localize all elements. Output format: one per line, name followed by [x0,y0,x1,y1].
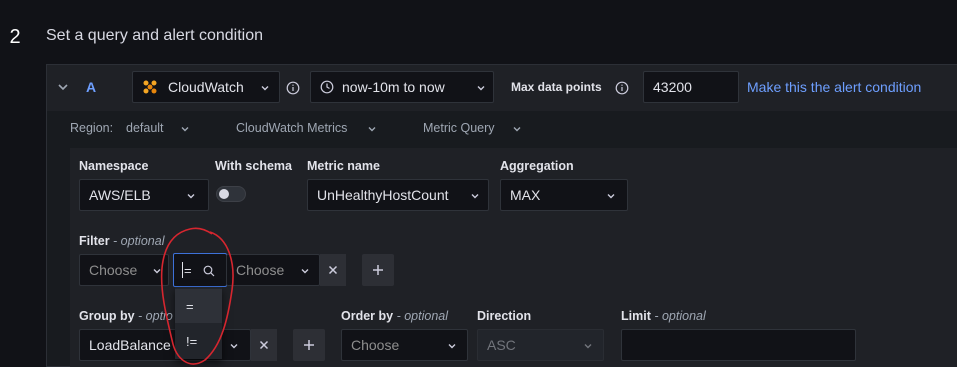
time-range-picker[interactable]: now-10m to now [310,71,494,103]
direction-value: ASC [487,337,516,353]
region-label: Region: [70,121,114,135]
order-by-label-text: Order by [341,309,394,323]
metric-name-value: UnHealthyHostCount [317,187,449,203]
order-by-select[interactable]: Choose [341,329,468,361]
operator-option-equals[interactable]: = [175,289,222,323]
group-by-select[interactable]: LoadBalance [79,329,251,361]
datasource-picker[interactable]: CloudWatch [132,71,280,103]
chevron-down-icon [187,194,195,199]
info-icon[interactable] [615,81,629,95]
step-title: Set a query and alert condition [46,27,264,44]
limit-label-text: Limit [621,309,651,323]
metric-name-label: Metric name [307,159,380,173]
datasource-name: CloudWatch [168,79,244,95]
chevron-down-icon [261,86,269,91]
chevron-down-icon [448,344,456,349]
plus-icon [373,265,383,275]
operator-option-not-equals[interactable]: != [175,324,222,358]
region-select[interactable]: default [126,121,164,135]
order-by-optional-text: - optional [396,309,449,323]
namespace-select[interactable]: AWS/ELB [79,179,209,211]
add-filter-button[interactable] [362,254,394,286]
order-by-placeholder: Choose [351,337,400,353]
plus-icon [304,340,314,350]
chevron-down-icon [471,194,479,199]
filter-key-placeholder: Choose [89,262,138,278]
aggregation-value: MAX [510,187,541,203]
remove-filter-button[interactable] [320,254,346,286]
filter-value-select[interactable]: Choose [226,254,320,286]
add-group-by-button[interactable] [293,329,325,361]
chevron-down-icon [181,127,189,132]
collapse-chevron-icon[interactable] [56,80,70,94]
limit-optional-text: - optional [654,309,706,323]
direction-label: Direction [477,309,532,323]
filter-label: Filter - optional [79,234,164,248]
clock-icon [320,80,334,94]
close-icon [259,340,269,350]
remove-group-by-button[interactable] [251,329,277,361]
with-schema-label: With schema [215,159,292,173]
metrics-type-select[interactable]: CloudWatch Metrics [236,121,347,135]
make-alert-condition-link[interactable]: Make this the alert condition [747,79,921,95]
aggregation-label: Aggregation [500,159,574,173]
chevron-down-icon [607,194,615,199]
group-by-optional-text: - optio [138,309,173,323]
search-icon [203,265,215,277]
cloudwatch-logo-icon [143,80,157,94]
with-schema-toggle[interactable] [216,186,246,202]
direction-select[interactable]: ASC [477,329,604,361]
chevron-down-icon [477,86,485,91]
max-data-points-input[interactable]: 43200 [643,71,739,103]
step-number: 2 [9,25,21,48]
time-range-label: now-10m to now [342,79,445,95]
filter-operator-input[interactable]: = [173,253,227,287]
filter-value-placeholder: Choose [236,262,285,278]
chevron-down-icon [584,344,592,349]
namespace-label: Namespace [79,159,149,173]
aggregation-select[interactable]: MAX [500,179,628,211]
filter-key-select[interactable]: Choose [79,254,169,286]
operator-dropdown-menu: = != [175,287,222,359]
order-by-label: Order by - optional [341,309,448,323]
text-caret [182,262,183,278]
group-by-label: Group by - optio [79,309,173,323]
chevron-down-icon [513,127,521,132]
limit-label: Limit - optional [621,309,706,323]
query-type-select[interactable]: Metric Query [423,121,495,135]
chevron-down-icon [153,269,161,274]
chevron-down-icon [230,344,238,349]
chevron-down-icon [368,127,376,132]
close-icon [328,265,338,275]
chevron-down-icon [301,269,309,274]
info-icon[interactable] [286,81,300,95]
limit-input[interactable] [621,329,856,361]
filter-label-text: Filter [79,234,110,248]
max-data-points-label: Max data points [511,80,602,94]
query-ref-id[interactable]: A [86,79,96,95]
filter-optional-text: - optional [113,234,165,248]
namespace-value: AWS/ELB [89,187,151,203]
group-by-label-text: Group by [79,309,135,323]
filter-operator-value: = [184,262,192,278]
toggle-knob [219,189,229,199]
group-by-value: LoadBalance [89,337,171,353]
metric-name-select[interactable]: UnHealthyHostCount [307,179,489,211]
